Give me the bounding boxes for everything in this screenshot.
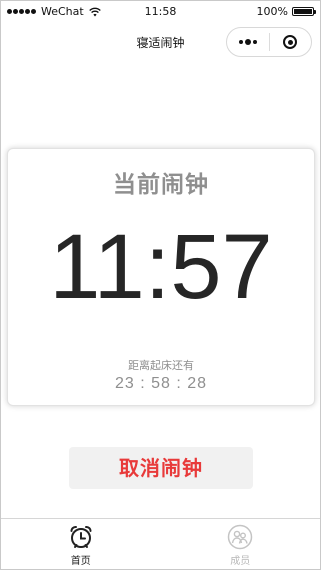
remaining-label: 距离起床还有	[128, 359, 194, 372]
members-icon	[228, 524, 253, 550]
tab-bar: 首页 成员	[1, 518, 320, 569]
tab-label: 成员	[230, 556, 251, 567]
more-dots-icon	[238, 40, 243, 44]
tab-label: 首页	[70, 556, 91, 567]
cancel-alarm-button[interactable]: 取消闹钟	[69, 447, 253, 489]
status-right: 100%	[256, 5, 316, 18]
card-title: 当前闹钟	[113, 172, 209, 198]
battery-percent: 100%	[256, 5, 288, 18]
alarm-time: 11:57	[49, 216, 273, 318]
miniprogram-capsule	[226, 27, 312, 57]
remaining-countdown: 23 : 58 : 28	[114, 375, 208, 392]
app-screen: WeChat 11:58 100% 寝适闹钟 当前闹钟 11:57 距离起床还有…	[0, 0, 321, 570]
close-circle-icon	[283, 35, 298, 49]
tab-home[interactable]: 首页	[1, 519, 161, 569]
tab-members[interactable]: 成员	[161, 519, 321, 569]
alarm-card: 当前闹钟 11:57 距离起床还有 23 : 58 : 28	[7, 148, 315, 406]
more-dots-icon-center	[244, 39, 251, 45]
more-dots-icon-right	[252, 40, 257, 44]
more-button[interactable]	[227, 39, 269, 45]
status-bar: WeChat 11:58 100%	[1, 1, 320, 23]
battery-icon	[292, 7, 316, 16]
nav-bar: 寝适闹钟	[1, 23, 320, 63]
alarm-clock-icon	[70, 526, 92, 548]
battery-level-fill	[294, 9, 312, 14]
close-button[interactable]	[270, 35, 312, 49]
